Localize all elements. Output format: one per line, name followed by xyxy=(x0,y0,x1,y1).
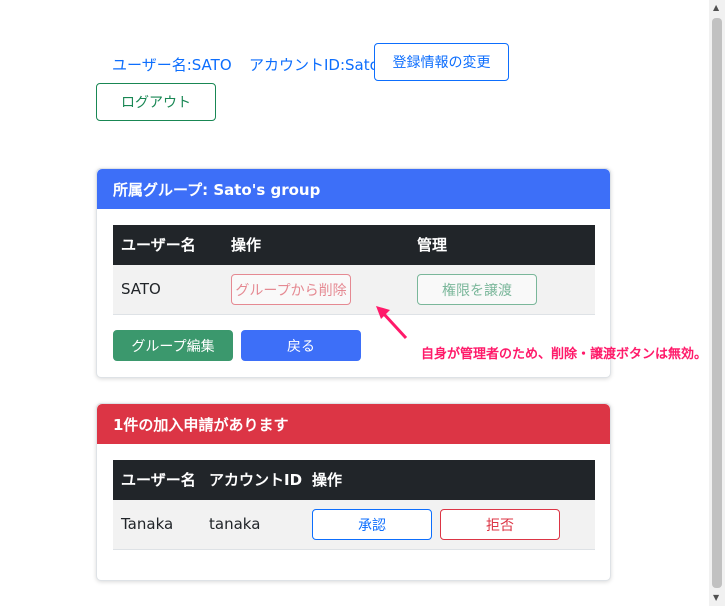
transfer-admin-button[interactable]: 権限を譲渡 xyxy=(417,274,537,305)
group-card-title: 所属グループ: Sato's group xyxy=(97,169,610,209)
scroll-thumb[interactable] xyxy=(712,18,722,588)
remove-from-group-button[interactable]: グループから削除 xyxy=(231,274,351,305)
edit-profile-button[interactable]: 登録情報の変更 xyxy=(374,43,509,81)
column-header-username: ユーザー名 xyxy=(121,471,196,489)
scrollbar[interactable]: ▲ ▼ xyxy=(709,0,725,606)
request-table-header: ユーザー名 アカウントID 操作 xyxy=(113,460,595,500)
row-username: Tanaka xyxy=(121,515,174,533)
column-header-username: ユーザー名 xyxy=(121,236,196,254)
join-request-card-title: 1件の加入申請があります xyxy=(97,404,610,444)
row-account-id: tanaka xyxy=(209,515,261,533)
username-label: ユーザー名:SATO xyxy=(112,56,232,74)
scroll-down-icon[interactable]: ▼ xyxy=(713,593,719,602)
column-header-account-id: アカウントID xyxy=(209,471,303,489)
table-row: Tanaka tanaka 承認 拒否 xyxy=(113,500,595,550)
edit-group-button[interactable]: グループ編集 xyxy=(113,330,233,361)
approve-button[interactable]: 承認 xyxy=(312,509,432,540)
scroll-up-icon[interactable]: ▲ xyxy=(713,3,719,12)
reject-button[interactable]: 拒否 xyxy=(440,509,560,540)
column-header-action: 操作 xyxy=(231,236,262,254)
arrow-icon xyxy=(376,306,408,340)
page: ユーザー名:SATO アカウントID:Sato 登録情報の変更 ログアウト 所属… xyxy=(0,0,709,606)
logout-button[interactable]: ログアウト xyxy=(96,83,216,121)
back-button[interactable]: 戻る xyxy=(241,330,361,361)
row-username: SATO xyxy=(121,280,161,298)
account-id-label: アカウントID:Sato xyxy=(249,56,379,74)
column-header-manage: 管理 xyxy=(417,236,448,254)
group-table-header: ユーザー名 操作 管理 xyxy=(113,225,595,265)
table-row: SATO グループから削除 権限を譲渡 xyxy=(113,265,595,315)
annotation-text: 自身が管理者のため、削除・譲渡ボタンは無効。 xyxy=(421,347,708,362)
join-request-card: 1件の加入申請があります ユーザー名 アカウントID 操作 Tanaka tan… xyxy=(96,403,611,581)
column-header-action: 操作 xyxy=(312,471,343,489)
